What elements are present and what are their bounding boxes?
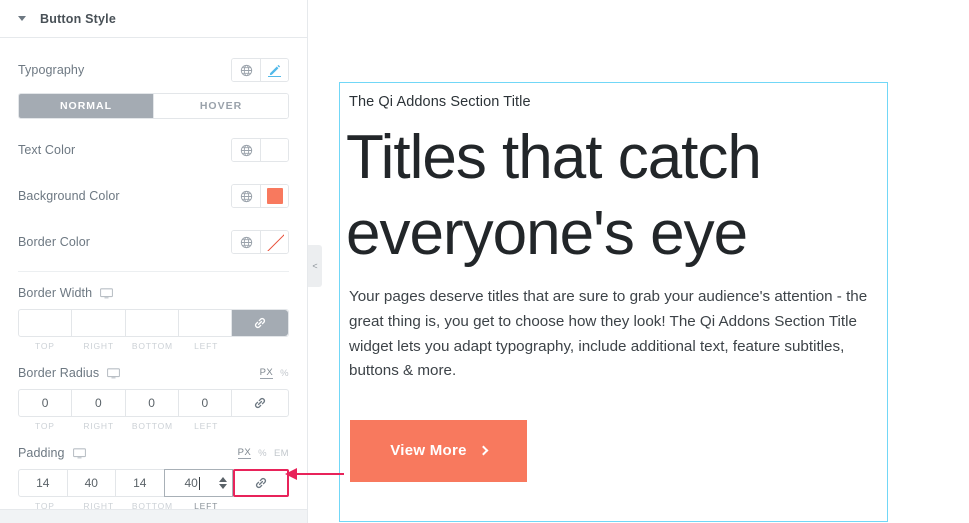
background-color-swatch[interactable]	[260, 185, 288, 207]
side-label-left: LEFT	[194, 341, 219, 351]
padding-unit-switcher: PX % EM	[237, 447, 289, 459]
widget-title: Titles that catch everyone's eye	[346, 120, 875, 271]
border-width-control: Border Width TOP RIGHT BOTTOM LEFT	[18, 280, 289, 351]
view-more-label: View More	[390, 442, 467, 460]
globe-icon[interactable]	[232, 59, 260, 81]
state-tab-group: NORMAL HOVER	[18, 93, 289, 119]
desktop-monitor-icon[interactable]	[72, 447, 86, 459]
caret-down-icon	[18, 16, 26, 21]
view-more-button[interactable]: View More	[350, 419, 527, 482]
desktop-monitor-icon[interactable]	[100, 287, 114, 299]
border-width-label: Border Width	[18, 286, 93, 300]
text-color-label: Text Color	[18, 143, 76, 157]
text-cursor	[198, 476, 200, 490]
widget-title-line-2: everyone's eye	[346, 198, 748, 268]
stepper-down-icon[interactable]	[219, 484, 227, 489]
typography-label: Typography	[18, 63, 85, 77]
style-settings-panel: Button Style Typography NORMAL HOVER Tex…	[0, 0, 308, 523]
side-label-left: LEFT	[194, 421, 219, 431]
globe-icon[interactable]	[232, 185, 260, 207]
padding-inputs: 14 40 14 40	[18, 469, 289, 497]
border-radius-left-input[interactable]: 0	[178, 390, 232, 416]
text-color-controls	[231, 138, 289, 162]
border-width-inputs	[18, 309, 289, 337]
chevron-right-icon	[478, 445, 489, 456]
widget-subtitle: The Qi Addons Section Title	[349, 94, 531, 110]
border-color-controls	[231, 230, 289, 254]
background-color-label: Background Color	[18, 189, 120, 203]
background-color-controls	[231, 184, 289, 208]
border-radius-unit-switcher: PX %	[259, 367, 289, 379]
number-stepper[interactable]	[219, 477, 227, 489]
border-width-bottom-input[interactable]	[125, 310, 179, 336]
border-radius-inputs: 0 0 0 0	[18, 389, 289, 417]
unit-px[interactable]: PX	[237, 447, 252, 459]
panel-footer	[0, 509, 307, 523]
padding-top-input[interactable]: 14	[19, 470, 68, 496]
padding-left-value: 40	[184, 476, 198, 490]
side-label-right: RIGHT	[83, 341, 114, 351]
padding-link-values-button[interactable]	[233, 469, 289, 497]
unit-px[interactable]: PX	[259, 367, 274, 379]
stepper-up-icon[interactable]	[219, 477, 227, 482]
side-label-bottom: BOTTOM	[131, 421, 173, 431]
border-radius-bottom-input[interactable]: 0	[125, 390, 179, 416]
pencil-underline	[268, 75, 281, 77]
padding-right-input[interactable]: 40	[67, 470, 116, 496]
padding-bottom-input[interactable]: 14	[116, 470, 165, 496]
preview-canvas: The Qi Addons Section Title Titles that …	[308, 0, 969, 523]
side-label-bottom: BOTTOM	[131, 341, 173, 351]
unit-percent[interactable]: %	[280, 368, 289, 379]
tab-normal[interactable]: NORMAL	[19, 94, 153, 118]
border-radius-top-input[interactable]: 0	[19, 390, 73, 416]
border-radius-right-input[interactable]: 0	[72, 390, 126, 416]
divider	[18, 271, 289, 272]
desktop-monitor-icon[interactable]	[107, 367, 121, 379]
row-typography: Typography	[18, 55, 289, 85]
text-color-swatch[interactable]	[260, 139, 288, 161]
panel-collapse-handle[interactable]: <	[308, 245, 322, 287]
globe-icon[interactable]	[232, 139, 260, 161]
unit-percent[interactable]: %	[258, 448, 267, 459]
border-width-side-labels: TOP RIGHT BOTTOM LEFT	[18, 341, 289, 351]
chevron-left-icon: <	[312, 260, 318, 271]
border-width-left-input[interactable]	[178, 310, 232, 336]
tab-hover[interactable]: HOVER	[153, 94, 288, 118]
row-background-color: Background Color	[18, 181, 289, 211]
panel-section-header[interactable]: Button Style	[0, 0, 307, 38]
row-border-color: Border Color	[18, 227, 289, 257]
panel-title: Button Style	[40, 11, 117, 26]
border-width-top-input[interactable]	[19, 310, 73, 336]
side-label-top: TOP	[35, 341, 55, 351]
border-radius-link-values-button[interactable]	[232, 390, 288, 416]
padding-left-input[interactable]: 40	[163, 469, 233, 497]
padding-control: Padding PX % EM 14 40 14 40 TOP RIGHT BO…	[18, 440, 289, 511]
panel-body: Typography NORMAL HOVER Text Color Backg…	[0, 55, 307, 511]
typography-edit-pencil-icon[interactable]	[260, 59, 288, 81]
typography-controls	[231, 58, 289, 82]
editor-root: Button Style Typography NORMAL HOVER Tex…	[0, 0, 969, 523]
globe-icon[interactable]	[232, 231, 260, 253]
widget-title-line-1: Titles that catch	[346, 123, 762, 192]
label-spacer	[233, 421, 289, 431]
border-color-label: Border Color	[18, 235, 91, 249]
label-spacer	[233, 341, 289, 351]
widget-paragraph: Your pages deserve titles that are sure …	[349, 288, 868, 380]
border-width-right-input[interactable]	[72, 310, 126, 336]
border-color-swatch-none[interactable]	[260, 231, 288, 253]
side-label-right: RIGHT	[83, 421, 114, 431]
unit-em[interactable]: EM	[274, 448, 289, 459]
section-title-widget[interactable]: The Qi Addons Section Title Titles that …	[339, 82, 888, 522]
border-radius-label: Border Radius	[18, 366, 100, 380]
border-radius-control: Border Radius PX % 0 0 0 0 TOP RIGHT BOT…	[18, 360, 289, 431]
border-width-link-values-button[interactable]	[232, 310, 288, 336]
side-label-top: TOP	[35, 421, 55, 431]
border-radius-side-labels: TOP RIGHT BOTTOM LEFT	[18, 421, 289, 431]
row-text-color: Text Color	[18, 135, 289, 165]
padding-label: Padding	[18, 446, 65, 460]
